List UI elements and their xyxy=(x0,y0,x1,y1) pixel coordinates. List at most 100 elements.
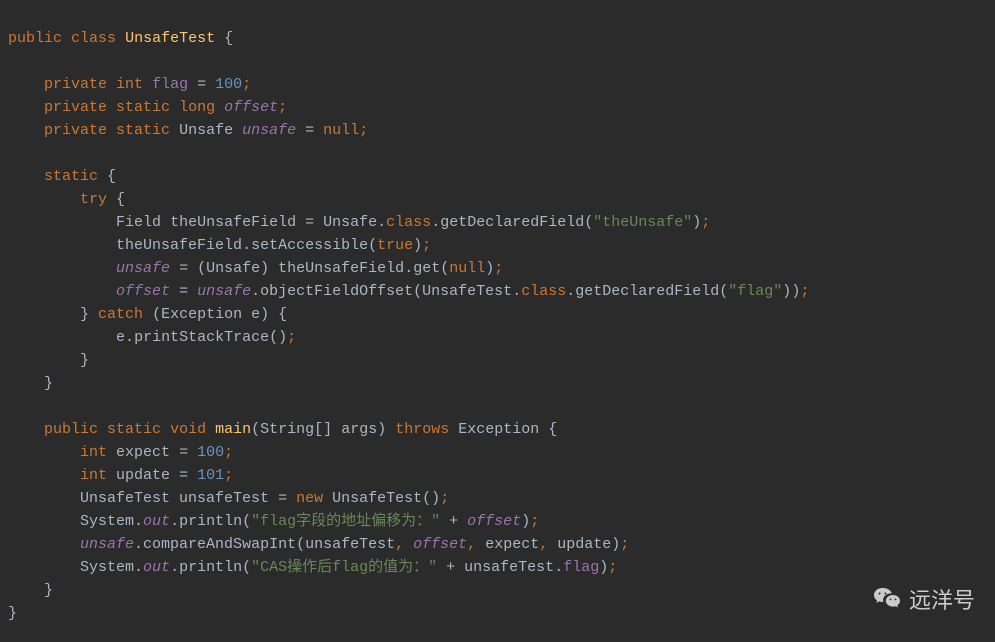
kw: public xyxy=(44,421,98,438)
kw: int xyxy=(116,76,143,93)
num: 101 xyxy=(197,467,224,484)
field: flag xyxy=(152,76,188,93)
cast: Unsafe xyxy=(206,260,260,277)
lp: ( xyxy=(368,237,377,254)
str: "flag字段的地址偏移为：" xyxy=(251,513,440,530)
type: Field xyxy=(116,214,161,231)
var: theUnsafeField xyxy=(278,260,404,277)
dot: . xyxy=(404,260,413,277)
field: offset xyxy=(116,283,170,300)
rp: ) xyxy=(692,214,701,231)
lp: ( xyxy=(440,260,449,277)
semi: ; xyxy=(287,329,296,346)
brace: } xyxy=(80,306,89,323)
dot: . xyxy=(134,559,143,576)
watermark-text: 远洋号 xyxy=(909,589,975,612)
kw-public: public xyxy=(8,30,62,47)
brace: { xyxy=(116,191,125,208)
exc: Exception xyxy=(458,421,539,438)
rp: ) xyxy=(413,237,422,254)
dot: . xyxy=(554,559,563,576)
out: out xyxy=(143,559,170,576)
kw: private xyxy=(44,99,107,116)
semi: ; xyxy=(701,214,710,231)
semi: ; xyxy=(278,99,287,116)
kw: catch xyxy=(98,306,143,323)
method: setAccessible xyxy=(251,237,368,254)
kw: int xyxy=(80,444,107,461)
type: UnsafeTest xyxy=(80,490,170,507)
kw: long xyxy=(179,99,215,116)
lp: ( xyxy=(269,329,278,346)
brace: } xyxy=(44,375,53,392)
lp: ( xyxy=(413,283,422,300)
arr: [] xyxy=(314,421,332,438)
code-block: public class UnsafeTest { private int fl… xyxy=(0,0,995,625)
field: unsafe xyxy=(80,536,134,553)
lp: ( xyxy=(242,559,251,576)
rp: ) xyxy=(791,283,800,300)
num: 100 xyxy=(197,444,224,461)
comma: , xyxy=(539,536,548,553)
semi: ; xyxy=(359,122,368,139)
arg: update xyxy=(557,536,611,553)
field: unsafe xyxy=(116,260,170,277)
rp: ) xyxy=(782,283,791,300)
type: Exception xyxy=(161,306,242,323)
semi: ; xyxy=(494,260,503,277)
plus: + xyxy=(446,559,455,576)
semi: ; xyxy=(608,559,617,576)
kw: throws xyxy=(395,421,449,438)
kw: int xyxy=(80,467,107,484)
semi: ; xyxy=(530,513,539,530)
var: theUnsafeField xyxy=(116,237,242,254)
dot: . xyxy=(134,536,143,553)
field: flag xyxy=(563,559,599,576)
method: objectFieldOffset xyxy=(260,283,413,300)
arg: unsafeTest xyxy=(305,536,395,553)
dot: . xyxy=(251,283,260,300)
str: "theUnsafe" xyxy=(593,214,692,231)
kw: private xyxy=(44,76,107,93)
dot: . xyxy=(566,283,575,300)
rp: ) xyxy=(278,329,287,346)
dot: . xyxy=(431,214,440,231)
lp: ( xyxy=(422,490,431,507)
method: get xyxy=(413,260,440,277)
op: = xyxy=(179,260,188,277)
arg: expect xyxy=(485,536,539,553)
field: unsafe xyxy=(242,122,296,139)
brace: } xyxy=(44,582,53,599)
type: String xyxy=(260,421,314,438)
str: "flag" xyxy=(728,283,782,300)
rp: ) xyxy=(485,260,494,277)
wechat-icon xyxy=(873,586,901,614)
brace: { xyxy=(107,168,116,185)
class: class xyxy=(386,214,431,231)
rp: ) xyxy=(611,536,620,553)
cls: UnsafeTest xyxy=(422,283,512,300)
num: 100 xyxy=(215,76,242,93)
dot: . xyxy=(170,559,179,576)
semi: ; xyxy=(620,536,629,553)
brace: } xyxy=(80,352,89,369)
lp: ( xyxy=(719,283,728,300)
semi: ; xyxy=(224,467,233,484)
null: null xyxy=(323,122,359,139)
kw: static xyxy=(116,99,170,116)
op: = xyxy=(305,214,314,231)
method: compareAndSwapInt xyxy=(143,536,296,553)
op: = xyxy=(179,467,188,484)
kw: new xyxy=(296,490,323,507)
semi: ; xyxy=(422,237,431,254)
comma: , xyxy=(467,536,476,553)
brace: { xyxy=(278,306,287,323)
arg: offset xyxy=(413,536,467,553)
kw-class: class xyxy=(71,30,116,47)
var: unsafeTest xyxy=(464,559,554,576)
dot: . xyxy=(377,214,386,231)
semi: ; xyxy=(242,76,251,93)
watermark: 远洋号 xyxy=(873,586,975,614)
method: printStackTrace xyxy=(134,329,269,346)
rp: ) xyxy=(377,421,386,438)
